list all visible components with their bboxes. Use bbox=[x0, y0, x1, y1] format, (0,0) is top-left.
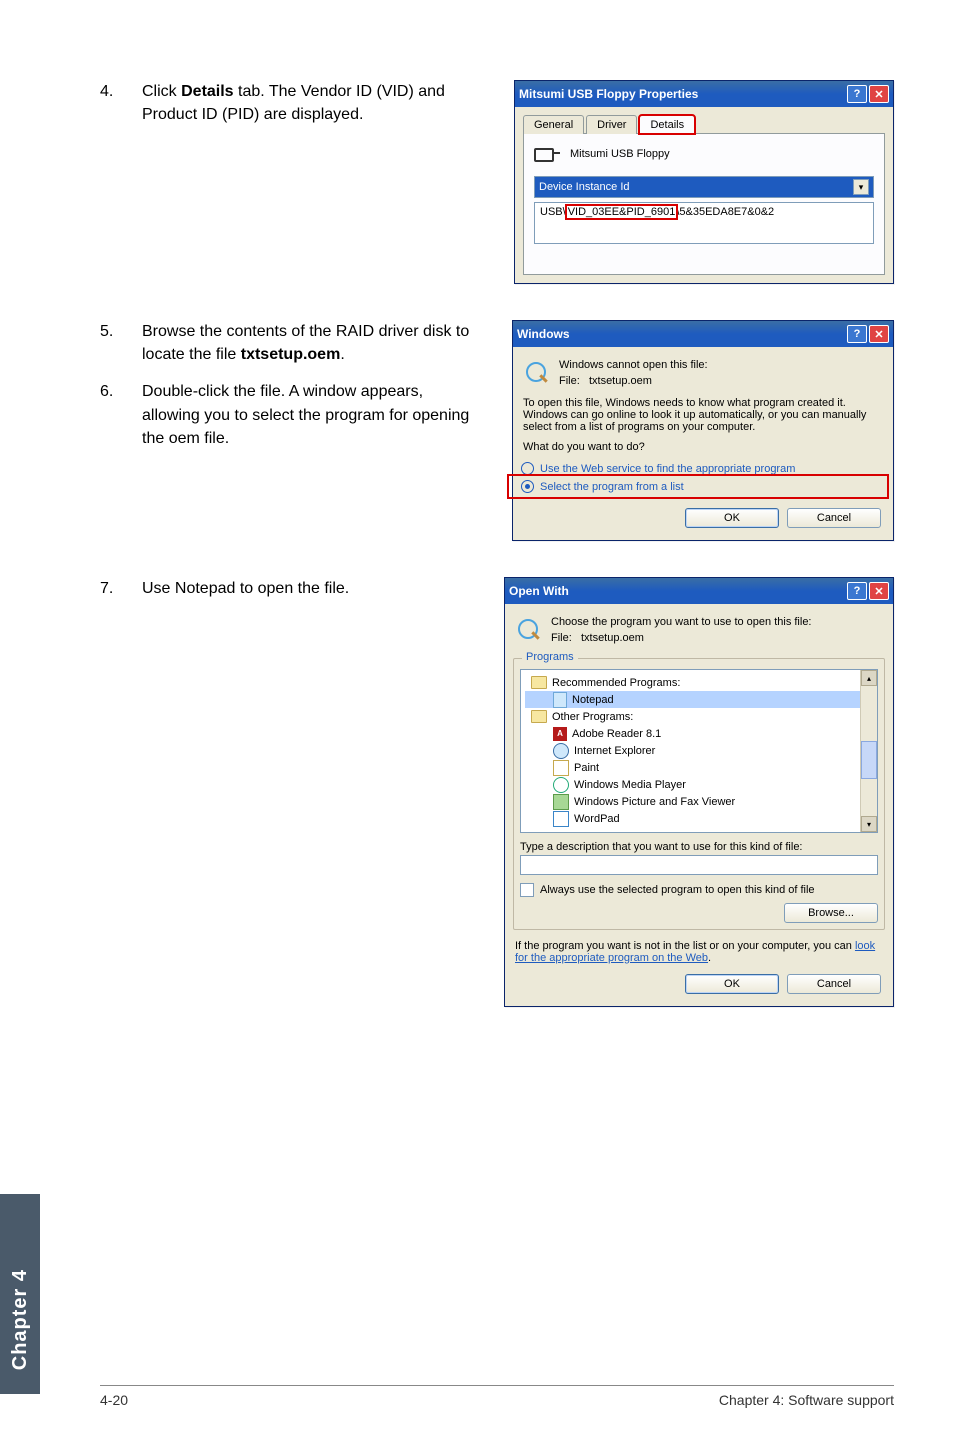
file-name: txtsetup.oem bbox=[581, 632, 644, 644]
close-icon[interactable]: ✕ bbox=[869, 582, 889, 600]
radio-select-from-list[interactable]: Select the program from a list bbox=[511, 478, 885, 495]
step-7-text: Use Notepad to open the file. bbox=[142, 577, 470, 600]
property-value-list[interactable]: USB\VID_03EE&PID_6901\5&35EDA8E7&0&2 bbox=[534, 202, 874, 244]
close-icon[interactable]: ✕ bbox=[869, 325, 889, 343]
help-icon[interactable]: ? bbox=[847, 325, 867, 343]
ie-icon bbox=[553, 743, 569, 759]
explain-text: To open this file, Windows needs to know… bbox=[521, 397, 885, 441]
scroll-down-icon[interactable]: ▾ bbox=[861, 816, 877, 832]
cancel-button[interactable]: Cancel bbox=[787, 508, 881, 528]
help-icon[interactable]: ? bbox=[847, 85, 867, 103]
radio-web-service[interactable]: Use the Web service to find the appropri… bbox=[521, 462, 885, 475]
list-item[interactable]: AAdobe Reader 8.1 bbox=[525, 725, 873, 742]
step-4-text: Click Details tab. The Vendor ID (VID) a… bbox=[142, 80, 470, 126]
list-item[interactable]: WordPad bbox=[525, 810, 873, 827]
step-number: 6. bbox=[100, 380, 142, 450]
wmp-icon bbox=[553, 777, 569, 793]
paint-icon bbox=[553, 760, 569, 776]
web-lookup-text: If the program you want is not in the li… bbox=[513, 930, 885, 964]
search-file-icon bbox=[515, 616, 543, 644]
dialog-title: Windows bbox=[517, 327, 845, 341]
list-item[interactable]: Internet Explorer bbox=[525, 742, 873, 759]
page-footer: 4-20 Chapter 4: Software support bbox=[100, 1385, 894, 1408]
programs-group: Programs ▴ ▾ Recommended Programs: Notep… bbox=[513, 658, 885, 930]
open-with-dialog: Open With ? ✕ Choose the program you wan… bbox=[504, 577, 894, 1007]
cannot-open-text: Windows cannot open this file: bbox=[559, 359, 883, 371]
question-text: What do you want to do? bbox=[521, 441, 885, 459]
tab-general[interactable]: General bbox=[523, 115, 584, 134]
list-item-notepad[interactable]: Notepad bbox=[525, 691, 873, 708]
search-file-icon bbox=[523, 359, 551, 387]
list-item[interactable]: Paint bbox=[525, 759, 873, 776]
vid-pid-highlight: VID_03EE&PID_6901 bbox=[567, 206, 677, 218]
page-number: 4-20 bbox=[100, 1392, 128, 1408]
wordpad-icon bbox=[553, 811, 569, 827]
device-icon bbox=[534, 144, 560, 164]
titlebar: Mitsumi USB Floppy Properties ? ✕ bbox=[515, 81, 893, 107]
picture-fax-icon bbox=[553, 794, 569, 810]
ok-button[interactable]: OK bbox=[685, 974, 779, 994]
browse-button[interactable]: Browse... bbox=[784, 903, 878, 923]
type-description-label: Type a description that you want to use … bbox=[520, 841, 878, 853]
always-use-checkbox[interactable]: Always use the selected program to open … bbox=[520, 883, 878, 897]
tab-details[interactable]: Details bbox=[639, 115, 695, 134]
list-item[interactable]: Windows Media Player bbox=[525, 776, 873, 793]
notepad-icon bbox=[553, 692, 567, 708]
properties-dialog: Mitsumi USB Floppy Properties ? ✕ Genera… bbox=[514, 80, 894, 284]
folder-icon bbox=[531, 676, 547, 689]
chevron-down-icon[interactable]: ▾ bbox=[853, 179, 869, 195]
chapter-tab: Chapter 4 bbox=[0, 1194, 40, 1394]
scroll-up-icon[interactable]: ▴ bbox=[861, 670, 877, 686]
program-list[interactable]: ▴ ▾ Recommended Programs: Notepad Other … bbox=[520, 669, 878, 833]
step-number: 7. bbox=[100, 577, 142, 600]
adobe-icon: A bbox=[553, 727, 567, 741]
device-name: Mitsumi USB Floppy bbox=[570, 148, 670, 160]
file-name: txtsetup.oem bbox=[589, 375, 652, 387]
step-6-text: Double-click the file. A window appears,… bbox=[142, 380, 470, 450]
dialog-title: Open With bbox=[509, 584, 845, 598]
scrollbar[interactable]: ▴ ▾ bbox=[860, 670, 877, 832]
cancel-button[interactable]: Cancel bbox=[787, 974, 881, 994]
help-icon[interactable]: ? bbox=[847, 582, 867, 600]
cannot-open-dialog: Windows ? ✕ Windows cannot open this fil… bbox=[512, 320, 894, 541]
step-5-text: Browse the contents of the RAID driver d… bbox=[142, 320, 470, 366]
property-dropdown[interactable]: Device Instance Id ▾ bbox=[534, 176, 874, 198]
list-item[interactable]: Windows Picture and Fax Viewer bbox=[525, 793, 873, 810]
step-number: 5. bbox=[100, 320, 142, 366]
dialog-title: Mitsumi USB Floppy Properties bbox=[519, 87, 845, 101]
chapter-label: Chapter 4: Software support bbox=[719, 1392, 894, 1408]
tab-driver[interactable]: Driver bbox=[586, 115, 637, 134]
ok-button[interactable]: OK bbox=[685, 508, 779, 528]
list-item[interactable]: Other Programs: bbox=[525, 708, 873, 725]
choose-program-text: Choose the program you want to use to op… bbox=[551, 616, 883, 628]
list-item[interactable]: Recommended Programs: bbox=[525, 674, 873, 691]
step-number: 4. bbox=[100, 80, 142, 126]
description-input[interactable] bbox=[520, 855, 878, 875]
scroll-thumb[interactable] bbox=[861, 741, 877, 779]
tab-strip: General Driver Details bbox=[523, 115, 885, 134]
close-icon[interactable]: ✕ bbox=[869, 85, 889, 103]
folder-icon bbox=[531, 710, 547, 723]
